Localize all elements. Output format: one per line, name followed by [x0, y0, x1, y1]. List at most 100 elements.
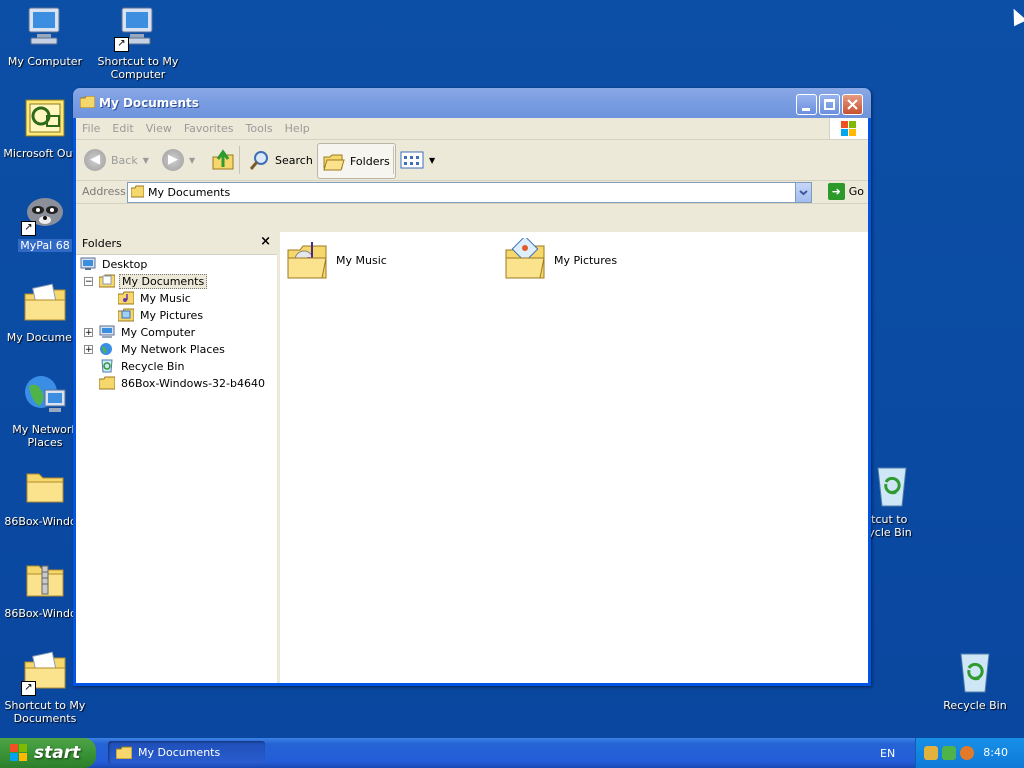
- security-shield-icon[interactable]: [924, 746, 938, 760]
- up-folder-icon: [212, 149, 234, 170]
- documents-folder-icon: [130, 185, 145, 198]
- toolbar-separator: [239, 146, 240, 174]
- start-button[interactable]: start: [0, 738, 96, 768]
- back-arrow-icon: ◀: [84, 149, 106, 171]
- documents-folder-icon: [21, 280, 69, 328]
- recycle-bin-icon: [99, 359, 115, 373]
- computer-icon: ↗: [114, 4, 162, 52]
- search-tray-icon[interactable]: [960, 746, 974, 760]
- network-globe-icon: [99, 342, 115, 356]
- music-folder-icon: [117, 291, 135, 305]
- shortcut-arrow-icon: ↗: [21, 221, 36, 236]
- menu-tools[interactable]: Tools: [240, 118, 279, 135]
- tree-item-my-computer[interactable]: My Computer: [99, 324, 197, 340]
- language-indicator[interactable]: EN: [880, 747, 895, 760]
- go-arrow-icon: ➜: [827, 183, 845, 200]
- toolbar-separator: [393, 146, 394, 174]
- desktop-icon-my-computer[interactable]: My Computer: [0, 4, 90, 68]
- recycle-bin-icon: [868, 462, 916, 510]
- address-bar: Address My Documents ➜ Go: [76, 181, 868, 204]
- folders-panel-title: Folders: [82, 237, 122, 250]
- windows-flag-icon: [10, 744, 28, 762]
- chevron-down-icon: ▼: [429, 155, 436, 165]
- computer-icon: [99, 325, 115, 339]
- folders-icon: [323, 154, 345, 171]
- collapse-toggle[interactable]: −: [84, 277, 93, 287]
- content-item-my-pictures[interactable]: My Pictures: [504, 235, 617, 282]
- tree-item-86box-folder[interactable]: 86Box-Windows-32-b4640: [98, 375, 267, 391]
- menu-file[interactable]: File: [76, 118, 106, 135]
- address-input[interactable]: My Documents: [127, 182, 812, 203]
- tree-item-my-music[interactable]: My Music: [117, 290, 193, 306]
- menu-help[interactable]: Help: [279, 118, 316, 135]
- shortcut-arrow-icon: ↗: [21, 681, 36, 696]
- shortcut-arrow-icon: ↗: [114, 37, 129, 52]
- folder-icon: [116, 746, 132, 759]
- folders-panel-close-button[interactable]: ×: [260, 234, 271, 249]
- chevron-down-icon: ▼: [142, 155, 149, 165]
- address-dropdown-button[interactable]: [795, 183, 811, 202]
- window-frame: File Edit View Favorites Tools Help ◀ Back ▼ …: [76, 118, 868, 683]
- forward-button[interactable]: ▶ ▼: [162, 143, 195, 177]
- recycle-bin-icon: [951, 648, 999, 696]
- explorer-window: My Documents File Edit View Favorites Tools H…: [73, 88, 871, 686]
- menu-view[interactable]: View: [140, 118, 178, 135]
- tree-item-my-pictures[interactable]: My Pictures: [117, 307, 205, 323]
- views-icon: [400, 151, 424, 169]
- menu-favorites[interactable]: Favorites: [178, 118, 240, 135]
- raccoon-icon: ↗: [21, 188, 69, 236]
- maximize-button[interactable]: [819, 94, 840, 115]
- network-icon[interactable]: [942, 746, 956, 760]
- folder-icon: [98, 376, 116, 390]
- music-folder-icon: [286, 238, 330, 282]
- back-button[interactable]: ◀ Back ▼: [84, 143, 149, 177]
- pictures-folder-icon: [504, 235, 548, 282]
- documents-folder-icon: [98, 274, 116, 288]
- documents-folder-icon: ↗: [21, 648, 69, 696]
- desktop-icon: [80, 257, 96, 271]
- pictures-folder-icon: [117, 308, 135, 322]
- folder-icon: [79, 95, 96, 109]
- system-tray: 8:40: [915, 738, 1024, 768]
- toolbar: ◀ Back ▼ ▶ ▼ Search Folders ▼: [76, 140, 868, 181]
- up-folder-button[interactable]: [212, 143, 234, 177]
- window-titlebar[interactable]: My Documents: [73, 88, 871, 118]
- close-button[interactable]: [842, 94, 863, 115]
- menu-bar: File Edit View Favorites Tools Help: [76, 118, 868, 140]
- window-body: Folders × Desktop − My Documents My Musi…: [76, 232, 868, 683]
- folders-panel-header: Folders ×: [76, 232, 277, 255]
- taskbar: start My Documents EN 8:40: [0, 738, 1024, 768]
- folders-button[interactable]: Folders: [317, 143, 396, 179]
- taskbar-button-my-documents[interactable]: My Documents: [108, 741, 265, 764]
- outlook-icon: [21, 96, 69, 144]
- computer-icon: [21, 4, 69, 52]
- search-button[interactable]: Search: [248, 143, 313, 177]
- chevron-down-icon: ▼: [189, 155, 196, 165]
- folders-panel: Folders × Desktop − My Documents My Musi…: [76, 232, 280, 683]
- search-icon: [249, 151, 268, 170]
- clock: 8:40: [983, 746, 1008, 759]
- tree-item-my-documents[interactable]: My Documents: [98, 273, 208, 289]
- zip-folder-icon: [21, 556, 69, 604]
- close-icon: [847, 99, 858, 110]
- tree-item-recycle-bin[interactable]: Recycle Bin: [99, 358, 186, 374]
- folder-icon: [21, 464, 69, 512]
- window-title: My Documents: [99, 96, 199, 110]
- desktop-icon-shortcut-my-computer[interactable]: ↗ Shortcut to My Computer: [93, 4, 183, 81]
- go-button[interactable]: ➜ Go: [827, 183, 864, 200]
- tree-item-desktop[interactable]: Desktop: [80, 256, 149, 272]
- expand-toggle[interactable]: +: [84, 345, 93, 355]
- expand-toggle[interactable]: +: [84, 328, 93, 338]
- desktop-icon-recycle-bin[interactable]: Recycle Bin: [930, 648, 1020, 712]
- network-globe-icon: [21, 372, 69, 420]
- tree-item-my-network-places[interactable]: My Network Places: [99, 341, 227, 357]
- minimize-button[interactable]: [796, 94, 817, 115]
- menu-edit[interactable]: Edit: [106, 118, 139, 135]
- forward-arrow-icon: ▶: [162, 149, 184, 171]
- content-item-my-music[interactable]: My Music: [286, 238, 387, 282]
- folder-contents: My Music My Pictures: [280, 232, 868, 683]
- views-button[interactable]: ▼: [400, 143, 435, 177]
- chevron-down-icon: [799, 190, 808, 196]
- address-label: Address: [82, 185, 126, 198]
- windows-logo-icon: [829, 118, 868, 139]
